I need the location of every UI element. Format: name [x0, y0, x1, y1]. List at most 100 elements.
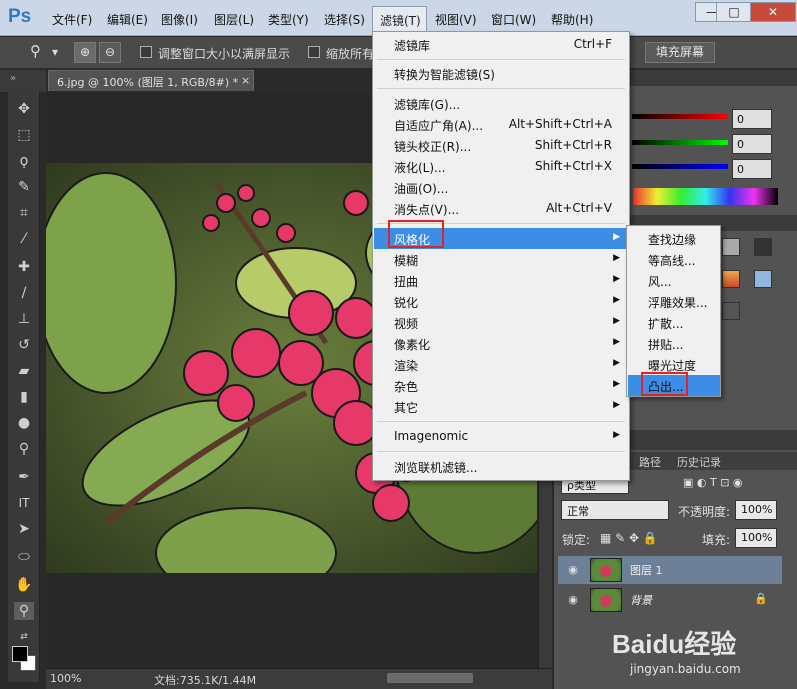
dodge-tool-icon[interactable]: ⚲	[14, 440, 34, 458]
menu-layer[interactable]: 图层(L)	[214, 11, 254, 28]
tab-paths[interactable]: 路径	[639, 454, 661, 470]
pen-tool-icon[interactable]: ✒	[14, 468, 34, 486]
fill-screen-button[interactable]: 填充屏幕	[645, 42, 715, 63]
healing-brush-icon[interactable]: ✚	[14, 258, 34, 276]
adjustment-swatch[interactable]	[754, 270, 772, 288]
submenu-emboss[interactable]: 浮雕效果...	[628, 291, 720, 312]
document-tab[interactable]: 6.jpg @ 100% (图层 1, RGB/8#) * ×	[48, 70, 254, 91]
menu-item-render[interactable]: 渲染 ▶	[374, 354, 628, 375]
marquee-tool-icon[interactable]: ⬚	[14, 126, 34, 144]
clone-stamp-icon[interactable]: ⊥	[14, 310, 34, 328]
tab-history[interactable]: 历史记录	[677, 454, 721, 470]
menu-type[interactable]: 类型(Y)	[268, 11, 309, 28]
horizontal-scroll-thumb[interactable]	[387, 673, 473, 683]
history-brush-icon[interactable]: ↺	[14, 336, 34, 354]
eraser-tool-icon[interactable]: ▰	[14, 362, 34, 380]
menu-item-video[interactable]: 视频 ▶	[374, 312, 628, 333]
eye-icon[interactable]: ◉	[566, 593, 580, 607]
menu-item-noise[interactable]: 杂色 ▶	[374, 375, 628, 396]
resize-windows-checkbox[interactable]	[140, 46, 152, 58]
document-tab-title: 6.jpg @ 100% (图层 1, RGB/8#) *	[57, 76, 239, 89]
menu-item-filter-gallery[interactable]: 滤镜库(G)...	[374, 93, 628, 114]
adjustment-swatch[interactable]	[754, 238, 772, 256]
menu-item-browse-online[interactable]: 浏览联机滤镜...	[374, 456, 628, 477]
menu-edit[interactable]: 编辑(E)	[107, 11, 148, 28]
highlight-box-stylize	[388, 220, 444, 248]
menu-item-liquify[interactable]: 液化(L)... Shift+Ctrl+X	[374, 156, 628, 177]
green-value[interactable]: 0	[732, 134, 772, 154]
menu-item-oil-paint[interactable]: 油画(O)...	[374, 177, 628, 198]
blur-tool-icon[interactable]: ●	[14, 414, 34, 432]
menu-select[interactable]: 选择(S)	[324, 11, 365, 28]
adjustment-swatch[interactable]	[722, 270, 740, 288]
green-slider[interactable]	[632, 140, 728, 145]
restore-button[interactable]: □	[716, 2, 752, 22]
zoom-out-icon[interactable]: ⊖	[99, 42, 121, 63]
tab-close-icon[interactable]: ×	[241, 74, 250, 87]
quick-select-tool-icon[interactable]: ✎	[14, 178, 34, 196]
foreground-color-swatch[interactable]	[12, 646, 28, 662]
submenu-arrow-icon: ▶	[613, 337, 620, 347]
lasso-tool-icon[interactable]: ϙ	[14, 152, 34, 170]
menu-window[interactable]: 窗口(W)	[491, 11, 536, 28]
red-value[interactable]: 0	[732, 109, 772, 129]
menu-view[interactable]: 视图(V)	[435, 11, 477, 28]
zoom-all-checkbox[interactable]	[308, 46, 320, 58]
zoom-tool-icon[interactable]: ⚲	[30, 42, 41, 60]
submenu-trace-contour[interactable]: 等高线...	[628, 249, 720, 270]
zoom-level[interactable]: 100%	[50, 672, 81, 685]
fill-value[interactable]: 100%	[735, 528, 777, 548]
adjustment-swatch[interactable]	[722, 238, 740, 256]
crop-tool-icon[interactable]: ⌗	[14, 204, 34, 222]
eyedropper-tool-icon[interactable]: ⁄	[14, 230, 34, 248]
menu-image[interactable]: 图像(I)	[161, 11, 198, 28]
menu-item-blur[interactable]: 模糊 ▶	[374, 249, 628, 270]
doc-size: 文档:735.1K/1.44M	[154, 674, 257, 687]
tool-preset-chevron-icon[interactable]: ▾	[52, 45, 58, 59]
layer-filter-icons[interactable]: ▣ ◐ T ⊡ ◉	[683, 476, 743, 489]
type-tool-icon[interactable]: IT	[14, 494, 34, 512]
menu-item-pixelate[interactable]: 像素化 ▶	[374, 333, 628, 354]
menu-item-distort[interactable]: 扭曲 ▶	[374, 270, 628, 291]
path-select-icon[interactable]: ➤	[14, 520, 34, 538]
ellipse-tool-icon[interactable]: ⬭	[14, 548, 34, 566]
menu-help[interactable]: 帮助(H)	[551, 11, 593, 28]
submenu-arrow-icon: ▶	[613, 253, 620, 263]
menu-item-adaptive-wide-angle[interactable]: 自适应广角(A)... Alt+Shift+Ctrl+A	[374, 114, 628, 135]
blue-value[interactable]: 0	[732, 159, 772, 179]
blend-mode-select[interactable]: 正常	[561, 500, 669, 520]
menu-filter[interactable]: 滤镜(T)	[372, 6, 427, 32]
swap-colors-icon[interactable]: ⇄	[14, 628, 34, 646]
menu-item-sharpen[interactable]: 锐化 ▶	[374, 291, 628, 312]
blue-slider[interactable]	[632, 164, 728, 169]
menu-item-other[interactable]: 其它 ▶	[374, 396, 628, 417]
layer-row-background[interactable]: ◉ 背景 🔒	[558, 586, 782, 614]
menu-item-smart-filter[interactable]: 转换为智能滤镜(S)	[374, 63, 628, 84]
submenu-find-edges[interactable]: 查找边缘	[628, 228, 720, 249]
zoom-tool-icon[interactable]: ⚲	[14, 602, 34, 620]
opacity-value[interactable]: 100%	[735, 500, 777, 520]
hand-tool-icon[interactable]: ✋	[14, 576, 34, 594]
menu-item-imagenomic[interactable]: Imagenomic ▶	[374, 426, 628, 447]
menu-item-lens-correction[interactable]: 镜头校正(R)... Shift+Ctrl+R	[374, 135, 628, 156]
zoom-in-icon[interactable]: ⊕	[74, 42, 96, 63]
adjustment-swatch[interactable]	[722, 302, 740, 320]
lock-icons[interactable]: ▦ ✎ ✥ 🔒	[600, 531, 658, 545]
move-tool-icon[interactable]: ✥	[14, 100, 34, 118]
color-spectrum[interactable]	[633, 188, 778, 205]
collapse-icon[interactable]: »	[10, 73, 16, 84]
photoshop-logo: Ps	[8, 6, 32, 27]
submenu-tiles[interactable]: 拼贴...	[628, 333, 720, 354]
menu-separator	[377, 59, 625, 60]
brush-tool-icon[interactable]: ∕	[14, 284, 34, 302]
close-button[interactable]: ✕	[750, 2, 796, 22]
menu-item-filter-gallery-last[interactable]: 滤镜库 Ctrl+F	[374, 34, 628, 55]
submenu-wind[interactable]: 风...	[628, 270, 720, 291]
eye-icon[interactable]: ◉	[566, 563, 580, 577]
red-slider[interactable]	[632, 114, 728, 119]
submenu-diffuse[interactable]: 扩散...	[628, 312, 720, 333]
menu-item-vanishing-point[interactable]: 消失点(V)... Alt+Ctrl+V	[374, 198, 628, 219]
layer-row-layer1[interactable]: ◉ 图层 1	[558, 556, 782, 584]
gradient-tool-icon[interactable]: ▮	[14, 388, 34, 406]
menu-file[interactable]: 文件(F)	[52, 11, 92, 28]
